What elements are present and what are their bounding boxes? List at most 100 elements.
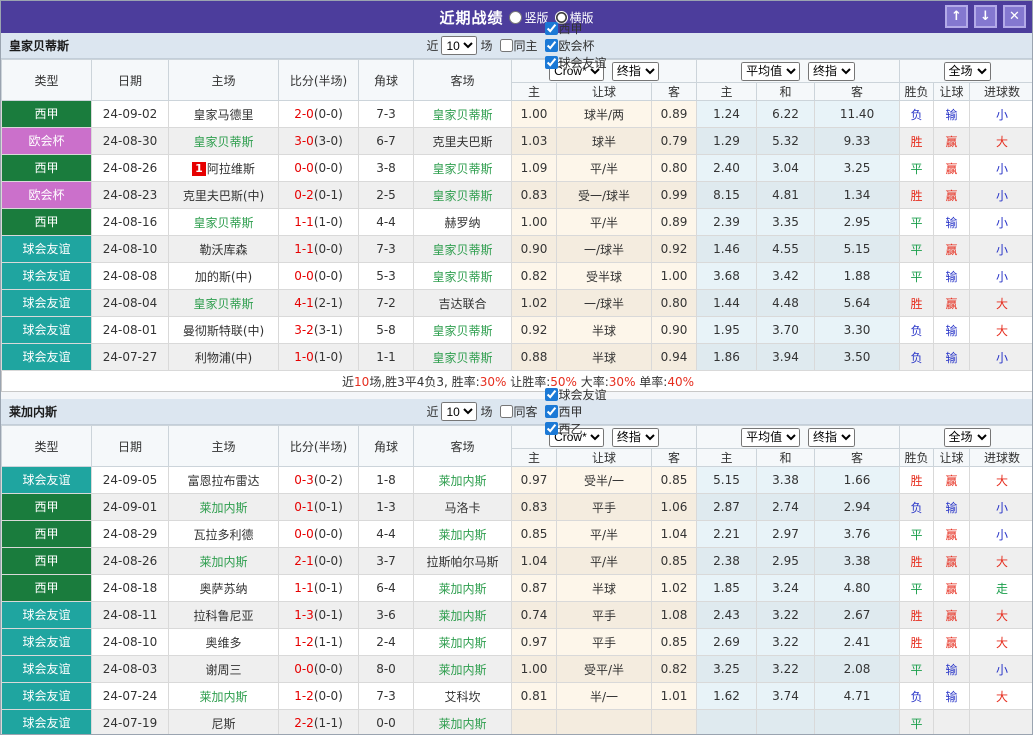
average-select[interactable]: 平均值 — [741, 62, 800, 81]
near-label: 近 — [426, 403, 438, 420]
match-date: 24-08-26 — [92, 548, 169, 575]
final-odds-select-2[interactable]: 终指 — [808, 428, 855, 447]
arrow-up-icon[interactable]: ↑ — [945, 5, 968, 28]
league-filters: 球会友谊西甲西乙 — [541, 386, 607, 437]
league-filter-option[interactable]: 西甲 — [541, 403, 607, 420]
halftime-score: (2-1) — [314, 296, 343, 310]
fulltime-score: 0-3 — [294, 473, 314, 487]
league-filter-option[interactable]: 欧会杯 — [541, 37, 607, 54]
match-count-select[interactable]: 10 — [441, 36, 477, 55]
league-filter-option[interactable]: 西乙 — [541, 420, 607, 437]
odds-handicap: 受平/半 — [557, 656, 652, 683]
score-cell: 0-0(0-0) — [279, 521, 359, 548]
avg-odds-draw: 3.94 — [757, 344, 815, 371]
match-row: 球会友谊 24-08-08 加的斯(中) 0-0(0-0) 5-3 皇家贝蒂斯 … — [2, 263, 1033, 290]
away-team-cell: 克里夫巴斯 — [414, 128, 512, 155]
avg-odds-home: 1.24 — [697, 101, 757, 128]
corners-value: 4-4 — [359, 521, 414, 548]
league-badge: 西甲 — [2, 155, 91, 181]
avg-odds-away: 3.25 — [815, 155, 900, 182]
fulltime-score: 1-2 — [294, 635, 314, 649]
result-winlose: 平 — [900, 236, 934, 263]
league-checkbox-label: 西甲 — [559, 403, 583, 420]
league-checkbox-label: 西乙 — [559, 420, 583, 437]
league-badge: 球会友谊 — [2, 656, 91, 682]
match-count-select[interactable]: 10 — [441, 402, 477, 421]
league-checkbox[interactable] — [545, 56, 558, 69]
halftime-score: (0-0) — [314, 269, 343, 283]
same-venue-option[interactable]: 同客 — [496, 403, 538, 420]
match-date: 24-08-23 — [92, 182, 169, 209]
league-checkbox[interactable] — [545, 22, 558, 35]
home-team-cell: 皇家马德里 — [169, 101, 279, 128]
corners-value: 7-3 — [359, 101, 414, 128]
avg-odds-home: 2.69 — [697, 629, 757, 656]
match-date: 24-08-16 — [92, 209, 169, 236]
away-team-cell: 皇家贝蒂斯 — [414, 317, 512, 344]
result-goals: 小 — [970, 344, 1033, 371]
sub-header-avg-home: 主 — [697, 449, 757, 467]
home-team-cell: 勒沃库森 — [169, 236, 279, 263]
same-venue-checkbox[interactable] — [500, 39, 513, 52]
near-label: 近 — [426, 37, 438, 54]
avg-odds-away: 3.76 — [815, 521, 900, 548]
halftime-score: (0-0) — [314, 554, 343, 568]
fulltime-score: 4-1 — [294, 296, 314, 310]
final-odds-select-2[interactable]: 终指 — [808, 62, 855, 81]
odds-handicap: 受一/球半 — [557, 182, 652, 209]
odds-home: 0.97 — [512, 467, 557, 494]
league-filter-option[interactable]: 球会友谊 — [541, 54, 607, 71]
arrow-down-icon[interactable]: ↓ — [974, 5, 997, 28]
final-odds-select-1[interactable]: 终指 — [612, 62, 659, 81]
fulltime-score: 1-1 — [294, 242, 314, 256]
summary-segment: 30% — [609, 375, 636, 389]
home-team-cell: 利物浦(中) — [169, 344, 279, 371]
away-team-cell: 莱加内斯 — [414, 575, 512, 602]
league-checkbox[interactable] — [545, 39, 558, 52]
final-odds-select-1[interactable]: 终指 — [612, 428, 659, 447]
score-cell: 1-1(1-0) — [279, 209, 359, 236]
league-badge: 球会友谊 — [2, 629, 91, 655]
match-row: 欧会杯 24-08-23 克里夫巴斯(中) 0-2(0-1) 2-5 皇家贝蒂斯… — [2, 182, 1033, 209]
odds-home: 1.03 — [512, 128, 557, 155]
result-handicap: 赢 — [934, 548, 970, 575]
league-checkbox[interactable] — [545, 422, 558, 435]
match-row: 西甲 24-09-01 莱加内斯 0-1(0-1) 1-3 马洛卡 0.83 平… — [2, 494, 1033, 521]
score-cell: 0-3(0-2) — [279, 467, 359, 494]
corners-value: 3-6 — [359, 602, 414, 629]
league-checkbox[interactable] — [545, 405, 558, 418]
league-filter-option[interactable]: 西甲 — [541, 20, 607, 37]
close-icon[interactable]: ✕ — [1003, 5, 1026, 28]
result-handicap: 输 — [934, 494, 970, 521]
sub-header-avg-draw: 和 — [757, 449, 815, 467]
avg-odds-away: 1.66 — [815, 467, 900, 494]
result-winlose: 胜 — [900, 467, 934, 494]
odds-away: 0.85 — [652, 629, 697, 656]
avg-odds-home: 8.15 — [697, 182, 757, 209]
league-filter-option[interactable]: 球会友谊 — [541, 386, 607, 403]
league-badge: 西甲 — [2, 209, 91, 235]
same-venue-option[interactable]: 同主 — [496, 37, 538, 54]
league-checkbox[interactable] — [545, 388, 558, 401]
match-row: 球会友谊 24-09-05 富恩拉布雷达 0-3(0-2) 1-8 莱加内斯 0… — [2, 467, 1033, 494]
away-team-name: 马洛卡 — [444, 501, 480, 515]
away-team-name: 皇家贝蒂斯 — [432, 162, 492, 176]
home-team-cell: 莱加内斯 — [169, 683, 279, 710]
away-team-cell: 吉达联合 — [414, 290, 512, 317]
avg-odds-home: 2.39 — [697, 209, 757, 236]
result-goals: 大 — [970, 548, 1033, 575]
away-team-cell: 皇家贝蒂斯 — [414, 236, 512, 263]
away-team-cell: 莱加内斯 — [414, 710, 512, 735]
fulltime-select[interactable]: 全场 — [944, 62, 991, 81]
home-team-name: 莱加内斯 — [199, 690, 247, 704]
avg-odds-home — [697, 710, 757, 735]
same-venue-checkbox[interactable] — [500, 405, 513, 418]
fulltime-score: 2-0 — [294, 107, 314, 121]
avg-odds-draw: 3.04 — [757, 155, 815, 182]
match-row: 欧会杯 24-08-30 皇家贝蒂斯 3-0(3-0) 6-7 克里夫巴斯 1.… — [2, 128, 1033, 155]
fulltime-select[interactable]: 全场 — [944, 428, 991, 447]
away-team-name: 皇家贝蒂斯 — [432, 189, 492, 203]
avg-odds-draw: 2.74 — [757, 494, 815, 521]
avg-odds-draw: 2.97 — [757, 521, 815, 548]
average-select[interactable]: 平均值 — [741, 428, 800, 447]
